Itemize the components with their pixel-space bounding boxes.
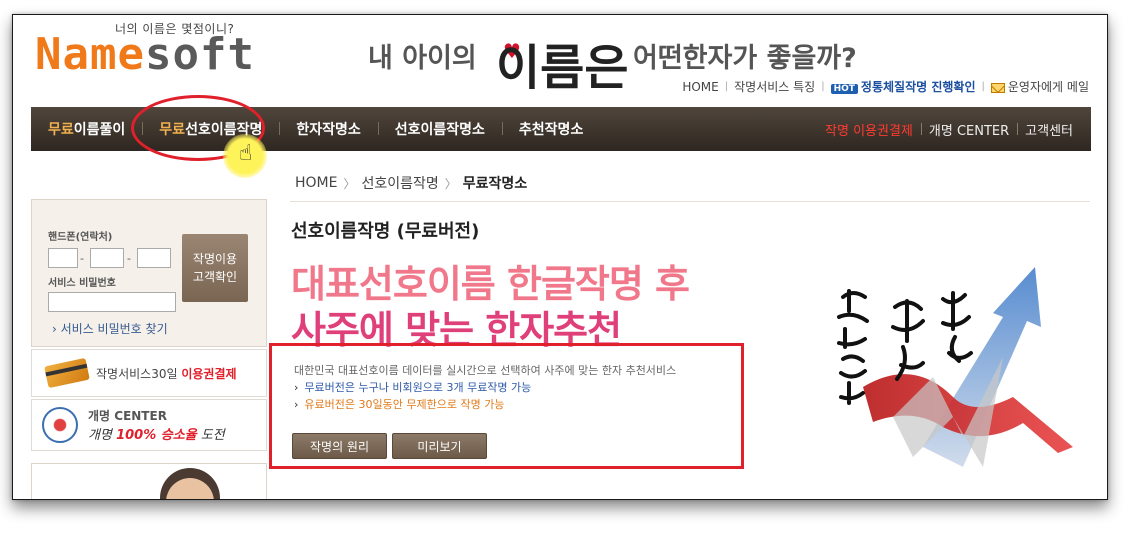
preview-button[interactable]: 미리보기: [392, 433, 487, 459]
nav-right-links: 작명 이용권결제 개명 CENTER 고객센터: [817, 120, 1091, 139]
nav-label: 선호이름작명소: [394, 122, 485, 138]
page-title: 선호이름작명 (무료버전): [291, 221, 480, 242]
nav-label: 한자작명소: [296, 122, 361, 138]
rename-promo-title: 개명 CENTER: [88, 409, 167, 423]
top-link-progress[interactable]: HOT 정통체질작명 진행확인: [830, 78, 976, 95]
top-link-home[interactable]: HOME: [682, 80, 718, 94]
breadcrumb: HOME 〉 선호이름작명 〉 무료작명소: [295, 173, 527, 193]
logo-name: Name: [35, 29, 145, 80]
rename-promo-suffix: 도전: [196, 428, 225, 443]
phone-field-1[interactable]: [48, 248, 78, 268]
phone-dash: -: [127, 252, 131, 265]
chevron-right-icon: 〉: [444, 176, 457, 191]
bullet-paid-version: › 유료버전은 30일동안 무제한으로 작명 가능: [294, 396, 504, 412]
banner-text-right: 어떤한자가 좋을까?: [633, 43, 857, 74]
rename-promo-text: 개명 CENTER 개명 100% 승소율 도전: [88, 407, 225, 443]
mail-icon: [990, 82, 1005, 93]
customer-check-box: 핸드폰(연락처) - - 서비스 비밀번호 작명이용 고객확인 › 서비스 비밀…: [31, 199, 267, 347]
mail-label: 운영자에게 메일: [1007, 80, 1089, 94]
payment-promo[interactable]: 작명서비스30일 이용권결제: [31, 349, 267, 397]
bullet-free-version: › 무료버전은 누구나 비회원으로 3개 무료작명 가능: [294, 379, 531, 395]
hand-cursor-icon: ☝: [239, 141, 253, 166]
top-link-feature[interactable]: 작명서비스 특징: [734, 78, 815, 95]
rename-promo-prefix: 개명: [88, 428, 117, 443]
nav-item-hanja-naming[interactable]: 한자작명소: [279, 119, 377, 139]
bullet-arrow-icon: ›: [294, 381, 299, 394]
service-description-box: 대한민국 대표선호이름 데이터를 실시간으로 선택하여 사주에 맞는 한자 추천…: [269, 343, 744, 469]
bullet-free-text: 무료버전은 누구나 비회원으로 3개 무료작명 가능: [304, 381, 532, 394]
breadcrumb-home[interactable]: HOME: [295, 175, 337, 191]
nav-item-recommend-naming[interactable]: 추천작명소: [501, 119, 600, 139]
payment-promo-prefix: 작명서비스30일: [96, 366, 182, 381]
calligraphy-arrow-illustration: [837, 267, 1073, 467]
phone-field-3[interactable]: [137, 248, 171, 268]
nav-label: 이름풀이: [73, 122, 126, 138]
banner-brush-calligraphy: 이름은: [496, 40, 629, 96]
separator: |: [821, 81, 825, 92]
counselor-photo: [31, 463, 267, 499]
service-description: 대한민국 대표선호이름 데이터를 실시간으로 선택하여 사주에 맞는 한자 추천…: [294, 364, 677, 377]
rename-promo-slogan: 개명 100% 승소율 도전: [88, 424, 225, 443]
password-label: 서비스 비밀번호: [48, 278, 116, 289]
separator: |: [724, 81, 729, 92]
separator: |: [981, 81, 985, 92]
top-link-mail[interactable]: 운영자에게 메일: [990, 78, 1089, 95]
divider: [290, 201, 1090, 202]
customer-check-label: 작명이용 고객확인: [192, 252, 238, 284]
nav-label: 추천작명소: [518, 122, 584, 138]
naming-principle-button[interactable]: 작명의 원리: [292, 433, 387, 459]
nav-link-rename-center[interactable]: 개명 CENTER: [920, 120, 1017, 139]
payment-promo-text: 작명서비스30일 이용권결제: [96, 365, 237, 382]
password-field[interactable]: [48, 292, 176, 312]
nav-prefix: 무료: [48, 122, 74, 138]
hot-badge: HOT: [830, 84, 858, 94]
seal-icon: [42, 407, 78, 443]
rename-promo-highlight: 100% 승소율: [116, 428, 197, 443]
customer-check-button[interactable]: 작명이용 고객확인: [182, 234, 248, 302]
find-password-link[interactable]: › 서비스 비밀번호 찾기: [52, 320, 168, 337]
nav-item-preferred-naming[interactable]: 선호이름작명소: [377, 119, 502, 139]
namesoft-logo[interactable]: Namesoft: [35, 33, 255, 77]
banner-text-left: 내 아이의: [368, 43, 477, 74]
nav-link-support[interactable]: 고객센터: [1017, 120, 1081, 139]
bullet-paid-text: 유료버전은 30일동안 무제한으로 작명 가능: [304, 398, 505, 411]
phone-dash: -: [80, 252, 84, 265]
phone-field-2[interactable]: [90, 248, 124, 268]
browser-page: 너의 이름은 몇점이니? Namesoft 내 아이의 ♥ 이름은 어떤한자가 …: [12, 14, 1108, 500]
rename-center-promo[interactable]: 개명 CENTER 개명 100% 승소율 도전: [31, 399, 267, 451]
logo-soft: soft: [144, 29, 255, 80]
nav-link-payment[interactable]: 작명 이용권결제: [817, 120, 921, 139]
breadcrumb-section[interactable]: 선호이름작명: [362, 173, 439, 193]
payment-promo-highlight: 이용권결제: [181, 366, 237, 381]
phone-label: 핸드폰(연락처): [48, 232, 113, 243]
header-banner[interactable]: 내 아이의 ♥ 이름은 어떤한자가 좋을까?: [368, 28, 888, 108]
bullet-arrow-icon: ›: [294, 398, 299, 411]
chevron-right-icon: 〉: [343, 176, 356, 191]
breadcrumb-current: 무료작명소: [462, 176, 528, 192]
nav-item-free-interpretation[interactable]: 무료이름풀이: [31, 119, 142, 139]
credit-card-icon: [44, 357, 90, 389]
top-links: HOME | 작명서비스 특징 | HOT 정통체질작명 진행확인 | 운영자에게…: [682, 78, 1089, 95]
progress-label: 정통체질작명 진행확인: [860, 80, 976, 94]
